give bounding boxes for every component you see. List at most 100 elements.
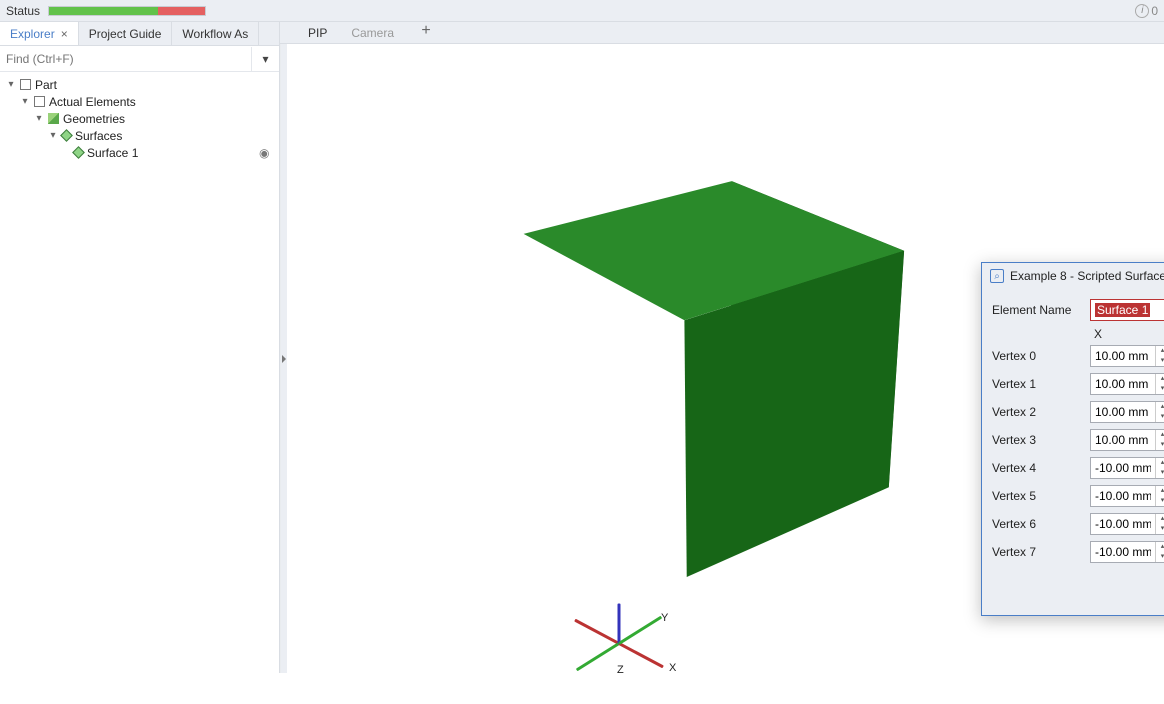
- tab-workflow[interactable]: Workflow As: [172, 22, 259, 45]
- element-name-field[interactable]: Surface 1 ▾: [1090, 299, 1164, 321]
- vertex-label: Vertex 2: [992, 405, 1082, 419]
- spin-up-icon[interactable]: ▴: [1156, 346, 1164, 356]
- vertex-x-input[interactable]: ▴▾: [1090, 513, 1164, 535]
- vertex-label: Vertex 5: [992, 489, 1082, 503]
- status-progress: [48, 6, 206, 16]
- mesh-preview: [581, 234, 841, 494]
- spin-value[interactable]: [1091, 461, 1155, 475]
- info-count: 0: [1151, 4, 1158, 18]
- vertex-x-input[interactable]: ▴▾: [1090, 541, 1164, 563]
- spin-up-icon[interactable]: ▴: [1156, 542, 1164, 552]
- folder-icon: [34, 96, 45, 107]
- tab-project-guide[interactable]: Project Guide: [79, 22, 173, 45]
- tab-label: Workflow As: [182, 27, 248, 41]
- surface-icon: [72, 146, 85, 159]
- spin-value[interactable]: [1091, 349, 1155, 363]
- close-icon[interactable]: ×: [61, 27, 68, 41]
- tree-item-geometries[interactable]: Geometries: [63, 112, 125, 126]
- search-icon[interactable]: ⌕: [990, 269, 1004, 283]
- spin-down-icon[interactable]: ▾: [1156, 524, 1164, 534]
- vertex-x-input[interactable]: ▴▾: [1090, 429, 1164, 451]
- spin-up-icon[interactable]: ▴: [1156, 402, 1164, 412]
- tree-item-part[interactable]: Part: [35, 78, 57, 92]
- tree-twisty[interactable]: ▾: [6, 79, 16, 90]
- element-name-value: Surface 1: [1095, 303, 1150, 317]
- vertex-x-input[interactable]: ▴▾: [1090, 457, 1164, 479]
- geometry-icon: [48, 113, 59, 124]
- tree-twisty[interactable]: ▾: [20, 96, 30, 107]
- axis-x-label: X: [669, 662, 676, 674]
- tab-label: Project Guide: [89, 27, 162, 41]
- spin-down-icon[interactable]: ▾: [1156, 468, 1164, 478]
- status-bar: Status i 0: [0, 0, 1164, 22]
- vertex-label: Vertex 1: [992, 377, 1082, 391]
- info-icon: i: [1135, 4, 1149, 18]
- vertex-row: Vertex 6▴▾▴▾▴▾: [992, 513, 1164, 535]
- search-input[interactable]: [0, 47, 251, 71]
- viewport-gutter[interactable]: [281, 44, 287, 673]
- spin-value[interactable]: [1091, 489, 1155, 503]
- viewport-tabstrip: PIP Camera +: [280, 22, 1164, 44]
- vertex-row: Vertex 1▴▾▴▾▴▾: [992, 373, 1164, 395]
- spin-up-icon[interactable]: ▴: [1156, 486, 1164, 496]
- vertex-label: Vertex 7: [992, 545, 1082, 559]
- element-tree: ▾ Part ▾ Actual Elements ▾ Geometries ▾: [0, 72, 279, 673]
- vertex-label: Vertex 0: [992, 349, 1082, 363]
- vertex-x-input[interactable]: ▴▾: [1090, 485, 1164, 507]
- vertex-label: Vertex 4: [992, 461, 1082, 475]
- tree-item-actual-elements[interactable]: Actual Elements: [49, 95, 136, 109]
- scripted-surface-dialog: ⌕ Example 8 - Scripted Surface ✕ Element…: [981, 262, 1164, 616]
- tree-item-surface1[interactable]: Surface 1: [87, 146, 138, 160]
- spin-down-icon[interactable]: ▾: [1156, 412, 1164, 422]
- tab-label: Explorer: [10, 27, 55, 41]
- vertex-x-input[interactable]: ▴▾: [1090, 401, 1164, 423]
- spin-down-icon[interactable]: ▾: [1156, 384, 1164, 394]
- vertex-row: Vertex 3▴▾▴▾▴▾: [992, 429, 1164, 451]
- sidebar-tabstrip: Explorer × Project Guide Workflow As: [0, 22, 279, 46]
- dialog-title: Example 8 - Scripted Surface: [1010, 269, 1164, 283]
- spin-up-icon[interactable]: ▴: [1156, 430, 1164, 440]
- spin-up-icon[interactable]: ▴: [1156, 458, 1164, 468]
- element-name-label: Element Name: [992, 303, 1082, 317]
- vertex-row: Vertex 2▴▾▴▾▴▾: [992, 401, 1164, 423]
- funnel-icon: ▾: [262, 52, 268, 66]
- tab-explorer[interactable]: Explorer ×: [0, 22, 79, 45]
- viewport-3d[interactable]: X Y Z ⌕ Example 8 - Scripted Surface ✕ E…: [280, 44, 1164, 673]
- tree-twisty[interactable]: ▾: [34, 113, 44, 124]
- info-chip[interactable]: i 0: [1135, 4, 1158, 18]
- status-label: Status: [6, 4, 40, 18]
- spin-down-icon[interactable]: ▾: [1156, 440, 1164, 450]
- vertex-row: Vertex 0▴▾▴▾▴▾: [992, 345, 1164, 367]
- viewport-tab-camera[interactable]: Camera: [351, 26, 394, 40]
- vertex-row: Vertex 4▴▾▴▾▴▾: [992, 457, 1164, 479]
- vertex-label: Vertex 6: [992, 517, 1082, 531]
- filter-button[interactable]: ▾: [251, 47, 279, 71]
- expand-icon: [282, 355, 286, 363]
- vertex-row: Vertex 7▴▾▴▾▴▾: [992, 541, 1164, 563]
- surface-icon: [60, 129, 73, 142]
- spin-value[interactable]: [1091, 377, 1155, 391]
- axis-y-label: Y: [661, 612, 668, 624]
- visibility-icon[interactable]: ◉: [259, 146, 277, 160]
- part-icon: [20, 79, 31, 90]
- add-tab-button[interactable]: +: [418, 25, 434, 41]
- spin-up-icon[interactable]: ▴: [1156, 514, 1164, 524]
- tree-item-surfaces[interactable]: Surfaces: [75, 129, 122, 143]
- vertex-row: Vertex 5▴▾▴▾▴▾: [992, 485, 1164, 507]
- vertex-label: Vertex 3: [992, 433, 1082, 447]
- axis-z-label: Z: [617, 664, 624, 676]
- spin-value[interactable]: [1091, 545, 1155, 559]
- spin-value[interactable]: [1091, 433, 1155, 447]
- vertex-x-input[interactable]: ▴▾: [1090, 345, 1164, 367]
- tree-twisty[interactable]: ▾: [48, 130, 58, 141]
- vertex-x-input[interactable]: ▴▾: [1090, 373, 1164, 395]
- viewport-tab-pip[interactable]: PIP: [308, 26, 327, 40]
- spin-value[interactable]: [1091, 517, 1155, 531]
- spin-down-icon[interactable]: ▾: [1156, 552, 1164, 562]
- col-header-x: X: [1090, 327, 1164, 341]
- spin-up-icon[interactable]: ▴: [1156, 374, 1164, 384]
- spin-down-icon[interactable]: ▾: [1156, 496, 1164, 506]
- spin-value[interactable]: [1091, 405, 1155, 419]
- spin-down-icon[interactable]: ▾: [1156, 356, 1164, 366]
- axes-gizmo[interactable]: X Y Z: [581, 604, 681, 704]
